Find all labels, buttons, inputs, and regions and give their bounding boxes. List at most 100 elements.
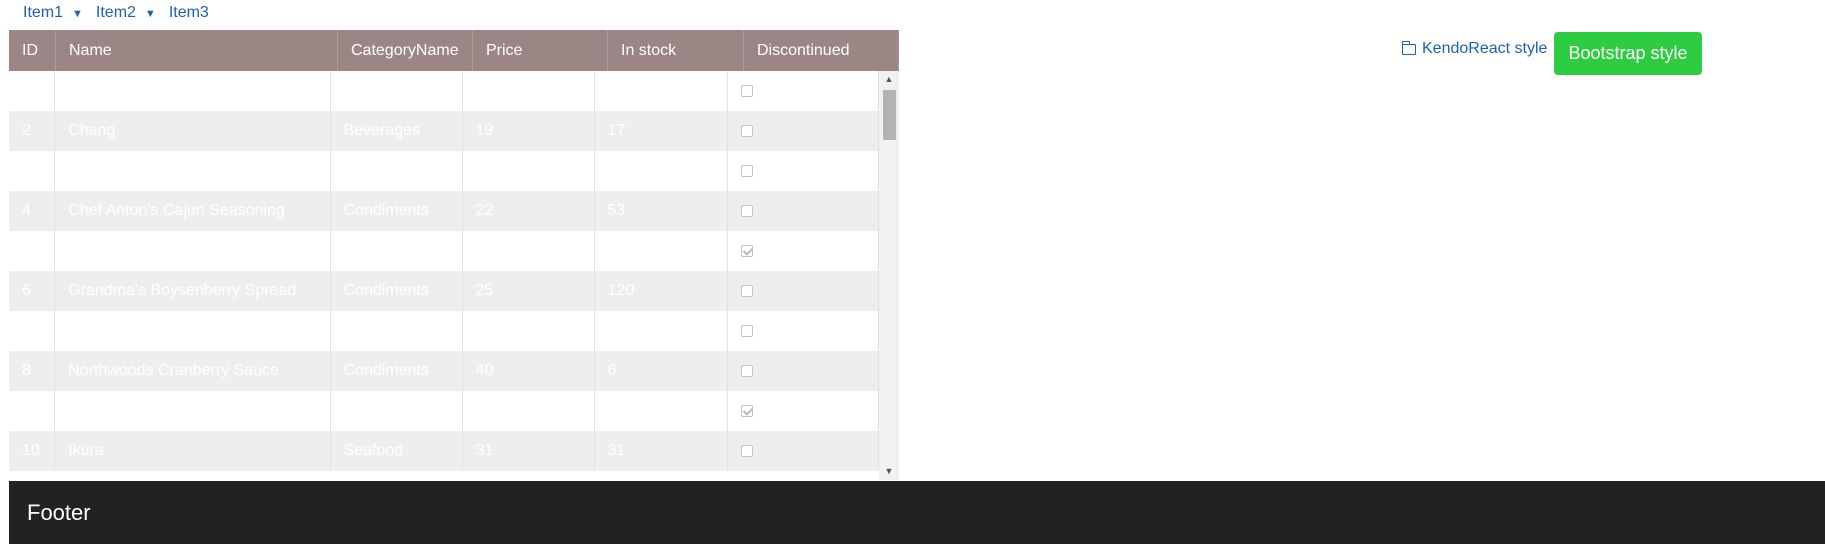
cell-discontinued — [728, 271, 879, 311]
discontinued-checkbox[interactable] — [740, 365, 753, 377]
scrollbar-thumb[interactable] — [883, 90, 896, 140]
caret-down-icon: ▼ — [144, 7, 156, 20]
table-row[interactable] — [9, 391, 879, 431]
cell-id — [9, 391, 56, 431]
scroll-down-arrow-icon[interactable]: ▼ — [879, 463, 899, 480]
discontinued-checkbox[interactable] — [740, 405, 753, 417]
cell-discontinued — [728, 431, 879, 471]
cell-category — [331, 231, 463, 271]
cell-in-stock — [595, 231, 728, 271]
column-header-discontinued[interactable]: Discontinued — [744, 30, 899, 71]
cell-category: Condiments — [331, 191, 463, 231]
discontinued-checkbox[interactable] — [740, 125, 753, 137]
cell-discontinued — [728, 111, 879, 151]
scroll-up-arrow-icon[interactable]: ▲ — [879, 71, 899, 88]
grid-scrollbar[interactable]: ▲ ▼ — [879, 71, 899, 480]
cell-price: 31 — [463, 431, 595, 471]
caret-down-icon: ▼ — [72, 7, 83, 20]
discontinued-checkbox[interactable] — [740, 85, 753, 97]
menu-item-label: Item3 — [168, 4, 209, 21]
discontinued-checkbox[interactable] — [740, 285, 753, 297]
cell-category: Beverages — [331, 111, 463, 151]
cell-price: 25 — [463, 271, 595, 311]
footer-text: Footer — [27, 499, 91, 525]
discontinued-checkbox[interactable] — [740, 325, 753, 337]
table-row[interactable] — [9, 231, 879, 271]
footer: Footer — [9, 481, 1825, 544]
cell-discontinued — [728, 71, 879, 111]
column-header-price[interactable]: Price — [473, 30, 608, 71]
top-menu: Item1 ▼ Item2 ▼ Item3 — [0, 0, 220, 26]
cell-discontinued — [728, 151, 879, 191]
discontinued-checkbox[interactable] — [740, 245, 753, 257]
cell-discontinued — [728, 231, 879, 271]
cell-category: Condiments — [331, 271, 463, 311]
kendoreact-style-label: KendoReact style — [1422, 40, 1548, 57]
cell-price — [463, 311, 595, 351]
table-row[interactable]: 6 Grandma's Boysenberry Spread Condiments 2… — [9, 271, 879, 311]
cell-id — [9, 151, 56, 191]
column-header-in-stock[interactable]: In stock — [608, 30, 744, 71]
products-grid: ID Name CategoryName Price In stock Disc… — [9, 30, 899, 480]
menu-item-label: Item2 — [95, 4, 136, 21]
cell-id: 10 — [9, 431, 56, 471]
menu-item-2[interactable]: Item2 ▼ — [94, 4, 167, 22]
cell-name: Chang — [55, 111, 331, 151]
column-header-name[interactable]: Name — [56, 30, 338, 71]
cell-name — [55, 391, 331, 431]
bootstrap-style-button[interactable]: Bootstrap style — [1554, 32, 1702, 75]
cell-category — [331, 391, 463, 431]
table-row[interactable] — [9, 71, 879, 111]
cell-in-stock — [595, 71, 728, 111]
cell-name: Chef Anton's Cajun Seasoning — [55, 191, 331, 231]
cell-id: 4 — [9, 191, 56, 231]
cell-in-stock: 17 — [595, 111, 728, 151]
cell-category: Seafood — [331, 431, 463, 471]
cell-category — [331, 311, 463, 351]
menu-item-3[interactable]: Item3 — [167, 4, 220, 22]
cell-in-stock: 31 — [595, 431, 728, 471]
cell-in-stock: 6 — [595, 351, 728, 391]
table-row[interactable]: 4 Chef Anton's Cajun Seasoning Condiments 2… — [9, 191, 879, 231]
cell-price — [463, 231, 595, 271]
table-row[interactable]: 2 Chang Beverages 19 17 — [9, 111, 879, 151]
menu-item-1[interactable]: Item1 ▼ — [0, 4, 94, 22]
cell-price — [463, 71, 595, 111]
cell-discontinued — [728, 391, 879, 431]
cell-name — [55, 151, 331, 191]
cell-category: Condiments — [331, 351, 463, 391]
discontinued-checkbox[interactable] — [740, 165, 753, 177]
cell-name — [55, 71, 331, 111]
table-row[interactable]: 8 Northwoods Cranberry Sauce Condiments 40 6 — [9, 351, 879, 391]
cell-id — [9, 311, 56, 351]
folder-icon — [1401, 40, 1416, 55]
cell-in-stock — [595, 311, 728, 351]
cell-id: 2 — [9, 111, 56, 151]
cell-price: 22 — [463, 191, 595, 231]
discontinued-checkbox[interactable] — [740, 445, 753, 457]
cell-price: 40 — [463, 351, 595, 391]
column-header-id[interactable]: ID — [9, 30, 56, 71]
table-row[interactable] — [9, 151, 879, 191]
cell-discontinued — [728, 351, 879, 391]
discontinued-checkbox[interactable] — [740, 205, 753, 217]
table-row[interactable] — [9, 311, 879, 351]
cell-id — [9, 231, 56, 271]
cell-in-stock — [595, 391, 728, 431]
cell-name — [55, 231, 331, 271]
cell-in-stock: 120 — [595, 271, 728, 311]
cell-price — [463, 391, 595, 431]
table-row[interactable]: 10 Ikura Seafood 31 31 — [9, 431, 879, 471]
cell-discontinued — [728, 311, 879, 351]
cell-discontinued — [728, 191, 879, 231]
column-header-category[interactable]: CategoryName — [338, 30, 473, 71]
menu-item-label: Item1 — [23, 4, 64, 21]
cell-name: Ikura — [55, 431, 331, 471]
cell-name: Grandma's Boysenberry Spread — [55, 271, 331, 311]
kendoreact-style-link[interactable]: KendoReact style — [1401, 40, 1548, 58]
cell-price: 19 — [463, 111, 595, 151]
grid-header: ID Name CategoryName Price In stock Disc… — [9, 30, 899, 71]
cell-name — [55, 311, 331, 351]
cell-id: 8 — [9, 351, 56, 391]
cell-name: Northwoods Cranberry Sauce — [55, 351, 331, 391]
